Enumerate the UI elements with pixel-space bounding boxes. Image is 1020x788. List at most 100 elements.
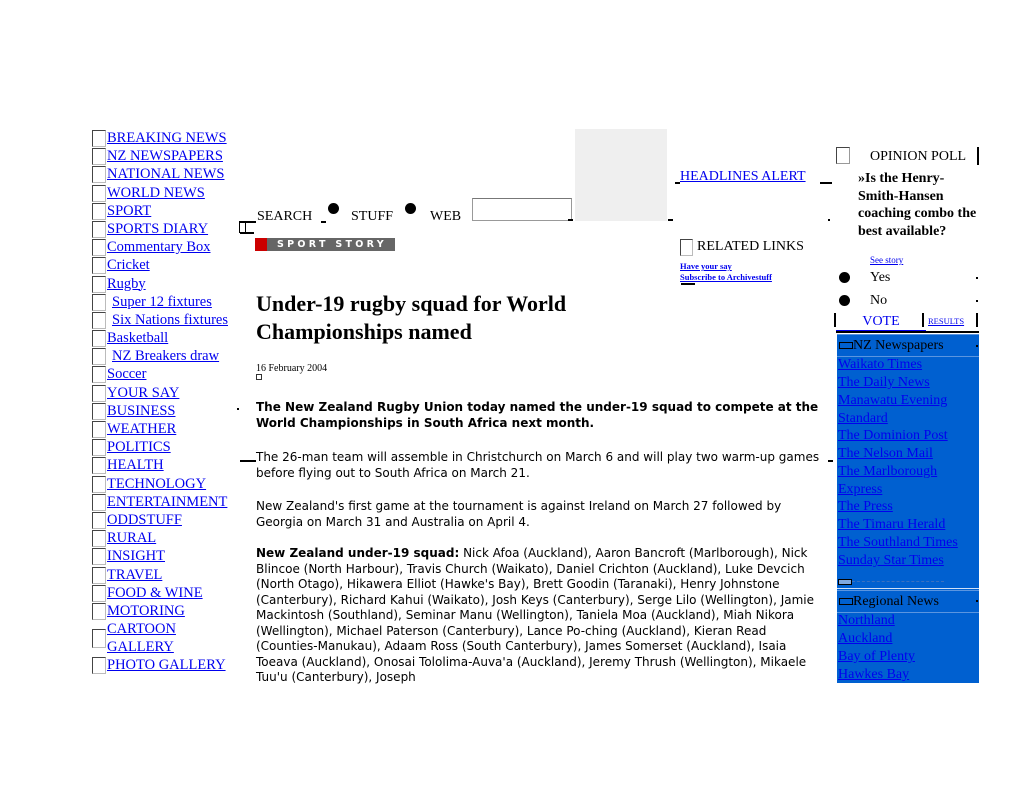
nav-link-cartoon-gallery[interactable]: CARTOON GALLERY [107, 620, 187, 656]
nav-link-sports-diary[interactable]: SPORTS DIARY [107, 220, 208, 238]
collapse-icon[interactable] [839, 598, 853, 606]
nav-link-insight[interactable]: INSIGHT [107, 547, 165, 565]
image-placeholder-icon [92, 311, 106, 329]
nav-link-entertainment[interactable]: ENTERTAINMENT [107, 493, 227, 511]
see-story-link[interactable]: See story [870, 255, 903, 265]
nav-item[interactable]: ODDSTUFF [91, 511, 241, 529]
nav-link-technology[interactable]: TECHNOLOGY [107, 475, 206, 493]
regional-link[interactable]: Auckland [838, 630, 892, 648]
image-placeholder-icon [92, 584, 106, 602]
nav-link-nz-breakers-draw[interactable]: NZ Breakers draw [112, 347, 219, 365]
nav-link-business[interactable]: BUSINESS [107, 402, 176, 420]
nav-item[interactable]: RURAL [91, 529, 241, 548]
nav-link-six-nations-fixtures[interactable]: Six Nations fixtures [112, 311, 228, 329]
results-button[interactable]: RESULTS [928, 316, 964, 326]
newspaper-link[interactable]: The Marlborough [838, 463, 937, 481]
spacer-dot [976, 277, 978, 279]
related-link-have-your-say[interactable]: Have your say [680, 261, 732, 271]
related-links-title: RELATED LINKS [697, 239, 804, 254]
left-navigation: BREAKING NEWS NZ NEWSPAPERS NATIONAL NEW… [91, 129, 241, 675]
nav-item[interactable]: ENTERTAINMENT [91, 493, 241, 511]
nav-item[interactable]: POLITICS [91, 438, 241, 457]
radio-web[interactable] [405, 203, 416, 214]
nav-link-rugby[interactable]: Rugby [107, 275, 146, 293]
image-placeholder-icon [92, 130, 106, 147]
nav-link-world-news[interactable]: WORLD NEWS [107, 184, 205, 202]
nav-item[interactable]: Rugby [91, 275, 241, 293]
nav-item[interactable]: TECHNOLOGY [91, 475, 241, 493]
nav-link-basketball[interactable]: Basketball [107, 329, 168, 347]
nav-item[interactable]: NZ Breakers draw [91, 347, 241, 366]
nav-item[interactable]: NATIONAL NEWS [91, 165, 241, 184]
nav-link-cricket[interactable]: Cricket [107, 256, 150, 274]
newspaper-link[interactable]: The Daily News [838, 374, 930, 392]
spacer-line [668, 219, 673, 221]
poll-radio-no[interactable] [839, 295, 850, 306]
nav-link-oddstuff[interactable]: ODDSTUFF [107, 511, 182, 529]
nav-link-photo-gallery[interactable]: PHOTO GALLERY [107, 656, 226, 674]
regional-link[interactable]: Hawkes Bay [838, 666, 909, 684]
nav-link-food-wine[interactable]: FOOD & WINE [107, 584, 203, 602]
nav-item[interactable]: HEALTH [91, 456, 241, 475]
newspaper-link[interactable]: Standard [838, 410, 888, 428]
nav-item[interactable]: BREAKING NEWS [91, 129, 241, 147]
nav-item[interactable]: Six Nations fixtures [91, 311, 241, 329]
nav-item[interactable]: BUSINESS [91, 402, 241, 420]
nav-item[interactable]: YOUR SAY [91, 384, 241, 402]
nav-item[interactable]: SPORTS DIARY [91, 220, 241, 238]
nav-item[interactable]: Cricket [91, 256, 241, 275]
nav-link-your-say[interactable]: YOUR SAY [107, 384, 179, 402]
image-placeholder-icon [92, 366, 106, 384]
newspaper-link[interactable]: The Nelson Mail [838, 445, 933, 463]
nav-link-politics[interactable]: POLITICS [107, 438, 171, 456]
image-placeholder-icon [92, 330, 106, 348]
regional-link[interactable]: Northland [838, 612, 895, 630]
collapse-icon[interactable] [839, 342, 853, 350]
nav-item[interactable]: Super 12 fixtures [91, 293, 241, 311]
nav-item[interactable]: Soccer [91, 365, 241, 384]
article-paragraph: New Zealand's first game at the tourname… [256, 499, 782, 529]
nav-item[interactable]: WEATHER [91, 420, 241, 438]
nav-link-travel[interactable]: TRAVEL [107, 566, 162, 584]
nav-link-breaking-news[interactable]: BREAKING NEWS [107, 129, 227, 147]
nav-item[interactable]: NZ NEWSPAPERS [91, 147, 241, 166]
newspaper-link[interactable]: Manawatu Evening [838, 392, 947, 410]
vote-button[interactable]: VOTE [836, 314, 926, 331]
nav-link-rural[interactable]: RURAL [107, 529, 156, 547]
newspaper-link[interactable]: The Dominion Post [838, 427, 948, 445]
nav-item[interactable]: FOOD & WINE [91, 584, 241, 602]
newspaper-link[interactable]: Express [838, 481, 882, 499]
headlines-alert-link[interactable]: HEADLINES ALERT [680, 169, 806, 185]
nav-item[interactable]: TRAVEL [91, 566, 241, 584]
divider [836, 331, 979, 333]
related-link-subscribe[interactable]: Subscribe to Archivestuff [680, 272, 772, 282]
regional-link[interactable]: Bay of Plenty [838, 648, 915, 666]
newspaper-link[interactable]: The Timaru Herald [838, 516, 945, 534]
nav-item[interactable]: Commentary Box [91, 238, 241, 257]
radio-stuff[interactable] [328, 203, 339, 214]
newspaper-link[interactable]: Waikato Times [838, 356, 922, 374]
newspaper-link[interactable]: The Southland Times [838, 534, 958, 552]
nav-link-health[interactable]: HEALTH [107, 456, 164, 474]
nav-item[interactable]: SPORT [91, 202, 241, 220]
nav-link-soccer[interactable]: Soccer [107, 365, 146, 383]
nav-item[interactable]: INSIGHT [91, 547, 241, 566]
poll-radio-yes[interactable] [839, 272, 850, 283]
search-input[interactable] [472, 198, 572, 221]
nav-item[interactable]: Basketball [91, 329, 241, 348]
nav-link-weather[interactable]: WEATHER [107, 420, 176, 438]
nav-link-national-news[interactable]: NATIONAL NEWS [107, 165, 224, 183]
newspaper-link[interactable]: The Press [838, 498, 893, 516]
nav-link-nz-newspapers[interactable]: NZ NEWSPAPERS [107, 147, 223, 165]
newspaper-link[interactable]: Sunday Star Times [838, 552, 944, 570]
nav-item[interactable]: MOTORING [91, 602, 241, 620]
nav-item[interactable]: CARTOON GALLERY [91, 620, 241, 656]
nav-item[interactable]: WORLD NEWS [91, 184, 241, 202]
nav-item[interactable]: PHOTO GALLERY [91, 656, 241, 675]
nav-link-super-12-fixtures[interactable]: Super 12 fixtures [112, 293, 212, 311]
nav-link-sport[interactable]: SPORT [107, 202, 151, 220]
search-button-image[interactable] [575, 129, 667, 221]
nav-link-commentary-box[interactable]: Commentary Box [107, 238, 211, 256]
nav-link-motoring[interactable]: MOTORING [107, 602, 185, 620]
spacer-dot [976, 345, 978, 347]
